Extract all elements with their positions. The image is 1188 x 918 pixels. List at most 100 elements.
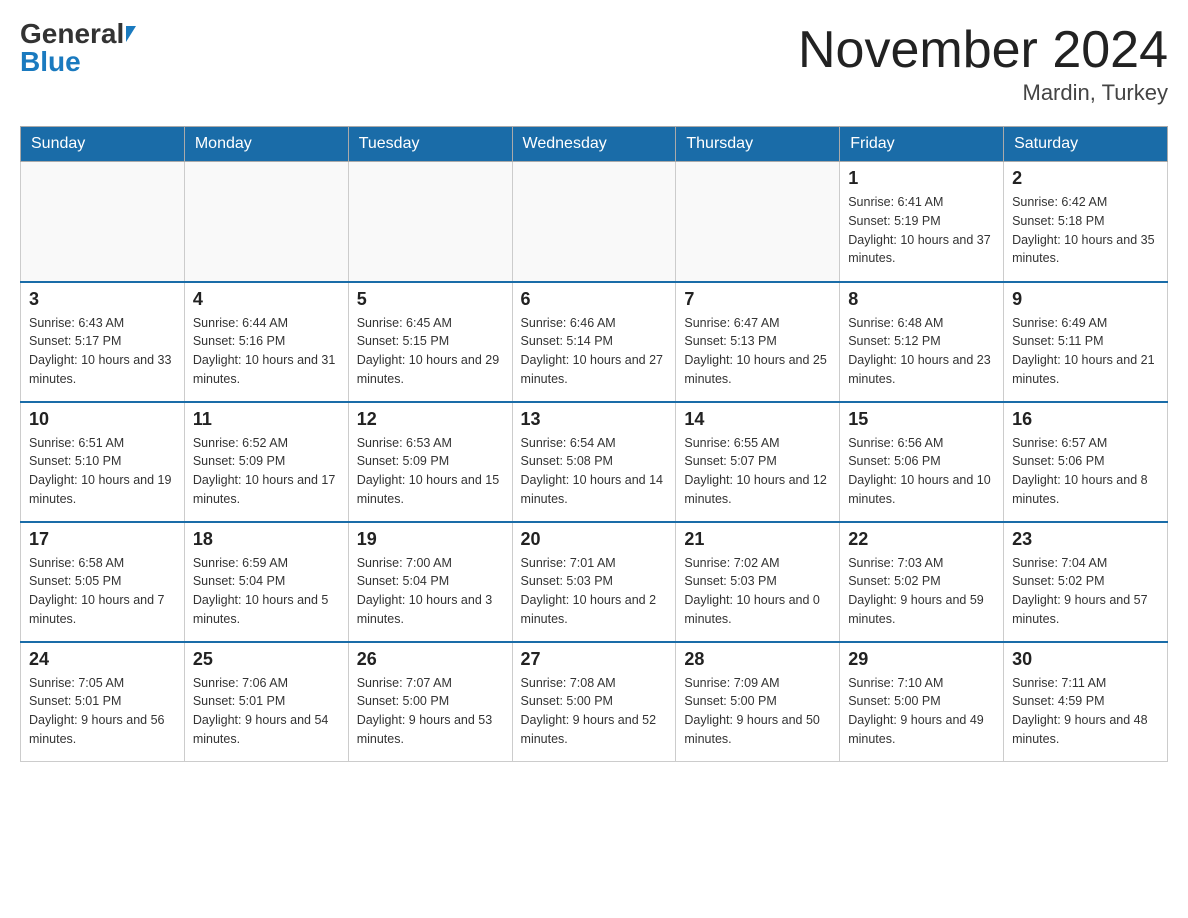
- day-info: Sunrise: 6:55 AMSunset: 5:07 PMDaylight:…: [684, 434, 831, 509]
- day-number: 7: [684, 289, 831, 310]
- day-number: 26: [357, 649, 504, 670]
- day-info: Sunrise: 7:01 AMSunset: 5:03 PMDaylight:…: [521, 554, 668, 629]
- table-row: 29 Sunrise: 7:10 AMSunset: 5:00 PMDayligh…: [840, 642, 1004, 762]
- day-number: 25: [193, 649, 340, 670]
- day-info: Sunrise: 7:02 AMSunset: 5:03 PMDaylight:…: [684, 554, 831, 629]
- page-header: General Blue November 2024 Mardin, Turke…: [20, 20, 1168, 106]
- day-number: 5: [357, 289, 504, 310]
- table-row: 28 Sunrise: 7:09 AMSunset: 5:00 PMDayligh…: [676, 642, 840, 762]
- day-info: Sunrise: 7:11 AMSunset: 4:59 PMDaylight:…: [1012, 674, 1159, 749]
- day-info: Sunrise: 7:10 AMSunset: 5:00 PMDaylight:…: [848, 674, 995, 749]
- table-row: 4 Sunrise: 6:44 AMSunset: 5:16 PMDaylight…: [184, 282, 348, 402]
- table-row: 19 Sunrise: 7:00 AMSunset: 5:04 PMDayligh…: [348, 522, 512, 642]
- table-row: [676, 162, 840, 282]
- calendar-week-row: 3 Sunrise: 6:43 AMSunset: 5:17 PMDaylight…: [21, 282, 1168, 402]
- table-row: 21 Sunrise: 7:02 AMSunset: 5:03 PMDayligh…: [676, 522, 840, 642]
- table-row: 11 Sunrise: 6:52 AMSunset: 5:09 PMDayligh…: [184, 402, 348, 522]
- calendar-week-row: 10 Sunrise: 6:51 AMSunset: 5:10 PMDayligh…: [21, 402, 1168, 522]
- day-info: Sunrise: 7:04 AMSunset: 5:02 PMDaylight:…: [1012, 554, 1159, 629]
- day-number: 10: [29, 409, 176, 430]
- day-number: 19: [357, 529, 504, 550]
- location: Mardin, Turkey: [798, 80, 1168, 106]
- day-info: Sunrise: 7:00 AMSunset: 5:04 PMDaylight:…: [357, 554, 504, 629]
- table-row: 8Sunrise: 6:48 AMSunset: 5:12 PMDaylight…: [840, 282, 1004, 402]
- day-info: Sunrise: 6:52 AMSunset: 5:09 PMDaylight:…: [193, 434, 340, 509]
- table-row: 17 Sunrise: 6:58 AMSunset: 5:05 PMDayligh…: [21, 522, 185, 642]
- col-tuesday: Tuesday: [348, 127, 512, 162]
- table-row: 25 Sunrise: 7:06 AMSunset: 5:01 PMDayligh…: [184, 642, 348, 762]
- day-number: 21: [684, 529, 831, 550]
- day-number: 28: [684, 649, 831, 670]
- col-monday: Monday: [184, 127, 348, 162]
- table-row: [512, 162, 676, 282]
- day-info: Sunrise: 7:07 AMSunset: 5:00 PMDaylight:…: [357, 674, 504, 749]
- calendar-table: Sunday Monday Tuesday Wednesday Thursday…: [20, 126, 1168, 762]
- col-wednesday: Wednesday: [512, 127, 676, 162]
- day-info: Sunrise: 6:41 AMSunset: 5:19 PMDaylight:…: [848, 193, 995, 268]
- table-row: [21, 162, 185, 282]
- table-row: 3 Sunrise: 6:43 AMSunset: 5:17 PMDaylight…: [21, 282, 185, 402]
- day-info: Sunrise: 6:43 AMSunset: 5:17 PMDaylight:…: [29, 314, 176, 389]
- title-section: November 2024 Mardin, Turkey: [798, 20, 1168, 106]
- day-info: Sunrise: 6:57 AMSunset: 5:06 PMDaylight:…: [1012, 434, 1159, 509]
- day-info: Sunrise: 6:58 AMSunset: 5:05 PMDaylight:…: [29, 554, 176, 629]
- table-row: 7 Sunrise: 6:47 AMSunset: 5:13 PMDaylight…: [676, 282, 840, 402]
- day-info: Sunrise: 7:06 AMSunset: 5:01 PMDaylight:…: [193, 674, 340, 749]
- day-info: Sunrise: 7:05 AMSunset: 5:01 PMDaylight:…: [29, 674, 176, 749]
- table-row: 2Sunrise: 6:42 AMSunset: 5:18 PMDaylight…: [1004, 162, 1168, 282]
- day-number: 14: [684, 409, 831, 430]
- table-row: 9Sunrise: 6:49 AMSunset: 5:11 PMDaylight…: [1004, 282, 1168, 402]
- day-number: 29: [848, 649, 995, 670]
- col-saturday: Saturday: [1004, 127, 1168, 162]
- calendar-week-row: 17 Sunrise: 6:58 AMSunset: 5:05 PMDayligh…: [21, 522, 1168, 642]
- table-row: 1 Sunrise: 6:41 AMSunset: 5:19 PMDaylight…: [840, 162, 1004, 282]
- day-info: Sunrise: 6:54 AMSunset: 5:08 PMDaylight:…: [521, 434, 668, 509]
- day-info: Sunrise: 7:09 AMSunset: 5:00 PMDaylight:…: [684, 674, 831, 749]
- calendar-week-row: 24Sunrise: 7:05 AMSunset: 5:01 PMDayligh…: [21, 642, 1168, 762]
- day-number: 3: [29, 289, 176, 310]
- day-info: Sunrise: 6:53 AMSunset: 5:09 PMDaylight:…: [357, 434, 504, 509]
- calendar-week-row: 1 Sunrise: 6:41 AMSunset: 5:19 PMDaylight…: [21, 162, 1168, 282]
- day-info: Sunrise: 6:45 AMSunset: 5:15 PMDaylight:…: [357, 314, 504, 389]
- day-number: 20: [521, 529, 668, 550]
- table-row: 22Sunrise: 7:03 AMSunset: 5:02 PMDayligh…: [840, 522, 1004, 642]
- day-number: 27: [521, 649, 668, 670]
- day-info: Sunrise: 6:47 AMSunset: 5:13 PMDaylight:…: [684, 314, 831, 389]
- table-row: 15Sunrise: 6:56 AMSunset: 5:06 PMDayligh…: [840, 402, 1004, 522]
- table-row: 26 Sunrise: 7:07 AMSunset: 5:00 PMDayligh…: [348, 642, 512, 762]
- day-number: 30: [1012, 649, 1159, 670]
- table-row: 5 Sunrise: 6:45 AMSunset: 5:15 PMDaylight…: [348, 282, 512, 402]
- day-number: 1: [848, 168, 995, 189]
- table-row: 10 Sunrise: 6:51 AMSunset: 5:10 PMDayligh…: [21, 402, 185, 522]
- day-info: Sunrise: 7:03 AMSunset: 5:02 PMDaylight:…: [848, 554, 995, 629]
- col-friday: Friday: [840, 127, 1004, 162]
- day-info: Sunrise: 6:44 AMSunset: 5:16 PMDaylight:…: [193, 314, 340, 389]
- day-info: Sunrise: 6:49 AMSunset: 5:11 PMDaylight:…: [1012, 314, 1159, 389]
- day-number: 12: [357, 409, 504, 430]
- table-row: [184, 162, 348, 282]
- day-info: Sunrise: 6:42 AMSunset: 5:18 PMDaylight:…: [1012, 193, 1159, 268]
- table-row: 14 Sunrise: 6:55 AMSunset: 5:07 PMDayligh…: [676, 402, 840, 522]
- col-thursday: Thursday: [676, 127, 840, 162]
- day-number: 13: [521, 409, 668, 430]
- day-number: 8: [848, 289, 995, 310]
- table-row: [348, 162, 512, 282]
- month-title: November 2024: [798, 20, 1168, 80]
- day-number: 6: [521, 289, 668, 310]
- table-row: 23Sunrise: 7:04 AMSunset: 5:02 PMDayligh…: [1004, 522, 1168, 642]
- table-row: 20 Sunrise: 7:01 AMSunset: 5:03 PMDayligh…: [512, 522, 676, 642]
- logo-general-text: General: [20, 20, 124, 48]
- logo-blue-text: Blue: [20, 48, 81, 76]
- table-row: 24Sunrise: 7:05 AMSunset: 5:01 PMDayligh…: [21, 642, 185, 762]
- day-number: 17: [29, 529, 176, 550]
- day-number: 16: [1012, 409, 1159, 430]
- day-number: 18: [193, 529, 340, 550]
- day-info: Sunrise: 7:08 AMSunset: 5:00 PMDaylight:…: [521, 674, 668, 749]
- table-row: 27 Sunrise: 7:08 AMSunset: 5:00 PMDayligh…: [512, 642, 676, 762]
- day-number: 4: [193, 289, 340, 310]
- logo-triangle-icon: [126, 26, 136, 42]
- table-row: 6Sunrise: 6:46 AMSunset: 5:14 PMDaylight…: [512, 282, 676, 402]
- table-row: 12 Sunrise: 6:53 AMSunset: 5:09 PMDayligh…: [348, 402, 512, 522]
- day-number: 11: [193, 409, 340, 430]
- day-info: Sunrise: 6:51 AMSunset: 5:10 PMDaylight:…: [29, 434, 176, 509]
